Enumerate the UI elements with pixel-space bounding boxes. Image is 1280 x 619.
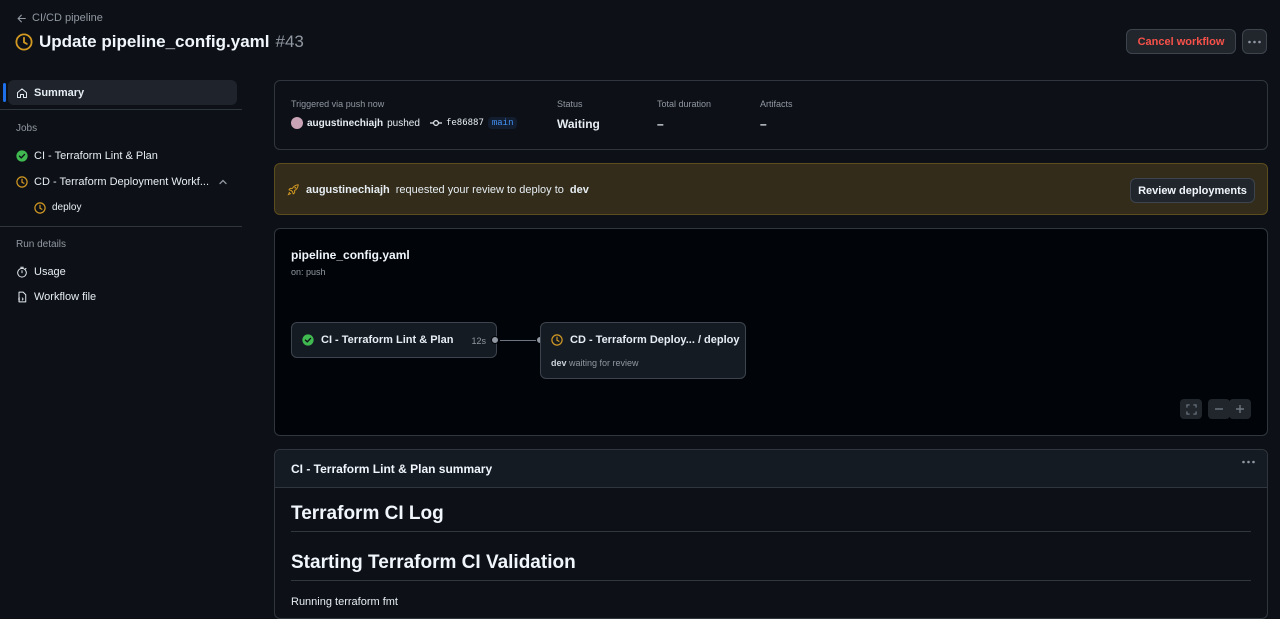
zoom-in-button[interactable]: [1229, 399, 1251, 419]
file-code-icon: [17, 291, 27, 302]
job-duration: 12s: [471, 336, 486, 346]
kebab-horizontal-icon: [1248, 40, 1261, 43]
plus-icon: [1236, 405, 1244, 413]
job-summary-header: CI - Terraform Lint & Plan summary: [275, 450, 1267, 488]
check-circle-icon: [16, 149, 28, 162]
kebab-horizontal-icon: [1242, 460, 1255, 464]
trigger-info: Triggered via push now augustinechiajh p…: [291, 99, 518, 129]
artifacts-label: Artifacts: [760, 99, 793, 109]
back-link-label: CI/CD pipeline: [32, 12, 103, 24]
status-value: Waiting: [557, 117, 600, 131]
back-link[interactable]: CI/CD pipeline: [16, 12, 103, 24]
run-info-card: Triggered via push now augustinechiajh p…: [274, 80, 1268, 150]
job-node-status-text: waiting for review: [569, 358, 639, 368]
avatar[interactable]: [291, 117, 303, 129]
run-number: #43: [275, 32, 304, 51]
workflow-file-title[interactable]: pipeline_config.yaml: [291, 248, 410, 262]
arrow-left-icon: [17, 14, 26, 22]
commit-icon: [429, 119, 442, 127]
summary-heading-1: Terraform CI Log: [291, 503, 1251, 532]
stopwatch-icon: [17, 266, 27, 278]
job-node-label: CI - Terraform Lint & Plan: [321, 334, 454, 346]
review-banner: augustinechiajh requested your review to…: [274, 163, 1268, 215]
run-details-heading: Run details: [16, 239, 67, 250]
summary-heading-2: Starting Terraform CI Validation: [291, 552, 1251, 581]
sidebar-item-workflow-file[interactable]: Workflow file: [0, 284, 244, 309]
cancel-workflow-button[interactable]: Cancel workflow: [1126, 29, 1236, 54]
review-user[interactable]: augustinechiajh: [306, 184, 390, 196]
review-deployments-button[interactable]: Review deployments: [1130, 178, 1255, 203]
artifacts-info: Artifacts –: [760, 99, 793, 131]
job-summary-card: CI - Terraform Lint & Plan summary Terra…: [274, 449, 1268, 619]
sidebar-item-label: CD - Terraform Deployment Workf...: [34, 175, 210, 188]
artifacts-value: –: [760, 117, 767, 131]
sidebar: Summary Jobs CI - Terraform Lint & Plan …: [0, 78, 244, 309]
sidebar-item-label: Summary: [34, 86, 85, 99]
sidebar-item-label: Workflow file: [34, 290, 97, 303]
fullscreen-icon: [1185, 403, 1197, 415]
duration-value: –: [657, 117, 664, 131]
jobs-heading: Jobs: [16, 123, 38, 134]
sidebar-divider: [0, 109, 242, 110]
sidebar-item-usage[interactable]: Usage: [0, 259, 244, 284]
minus-icon: [1215, 408, 1223, 410]
zoom-out-button[interactable]: [1208, 399, 1230, 419]
sidebar-divider: [0, 226, 242, 227]
duration-info: Total duration –: [657, 99, 711, 131]
clock-icon: [551, 334, 563, 346]
summary-paragraph: Running terraform fmt: [291, 596, 398, 608]
run-title: Update pipeline_config.yaml: [39, 32, 270, 51]
chevron-up-icon[interactable]: [218, 177, 228, 187]
check-circle-icon: [302, 334, 314, 346]
home-icon: [17, 87, 27, 98]
sidebar-item-label: Usage: [34, 265, 66, 278]
clock-icon: [34, 201, 46, 214]
page-title: Update pipeline_config.yaml #43: [15, 32, 304, 52]
workflow-graph: pipeline_config.yaml on: push CI - Terra…: [274, 228, 1268, 436]
job-node-label: CD - Terraform Deploy... / deploy: [570, 334, 740, 346]
review-text: requested your review to deploy to: [395, 183, 564, 196]
commit-sha[interactable]: fe86887: [446, 118, 484, 128]
clock-icon: [15, 33, 33, 51]
triggered-label: Triggered via push now: [291, 99, 385, 109]
job-node-cd[interactable]: CD - Terraform Deploy... / deploy dev wa…: [540, 322, 746, 379]
sidebar-item-job-cd[interactable]: CD - Terraform Deployment Workf...: [0, 169, 244, 194]
sidebar-item-deploy[interactable]: deploy: [0, 195, 244, 220]
review-env: dev: [569, 183, 589, 196]
job-node-env: dev: [551, 358, 567, 368]
more-options-button[interactable]: [1242, 29, 1267, 54]
status-info: Status Waiting: [557, 99, 600, 131]
job-node-status: dev waiting for review: [551, 358, 639, 368]
job-node-ci[interactable]: CI - Terraform Lint & Plan 12s: [291, 322, 497, 358]
pushed-text: pushed: [387, 117, 420, 129]
connector-line: [500, 340, 540, 341]
duration-label: Total duration: [657, 99, 712, 109]
clock-icon: [16, 175, 28, 188]
job-summary-title: CI - Terraform Lint & Plan summary: [291, 462, 493, 476]
fullscreen-button[interactable]: [1180, 399, 1202, 419]
sidebar-item-summary[interactable]: Summary: [3, 80, 237, 105]
rocket-icon: [287, 184, 299, 196]
branch-badge[interactable]: main: [487, 117, 518, 129]
sidebar-item-job-ci[interactable]: CI - Terraform Lint & Plan: [0, 143, 244, 168]
status-label: Status: [557, 99, 583, 109]
summary-options-button[interactable]: [1242, 460, 1255, 464]
user-link[interactable]: augustinechiajh: [307, 118, 383, 129]
sidebar-item-label: deploy: [52, 202, 82, 213]
sidebar-item-label: CI - Terraform Lint & Plan: [34, 149, 158, 162]
workflow-trigger: on: push: [291, 267, 326, 277]
connector-dot: [491, 336, 499, 344]
